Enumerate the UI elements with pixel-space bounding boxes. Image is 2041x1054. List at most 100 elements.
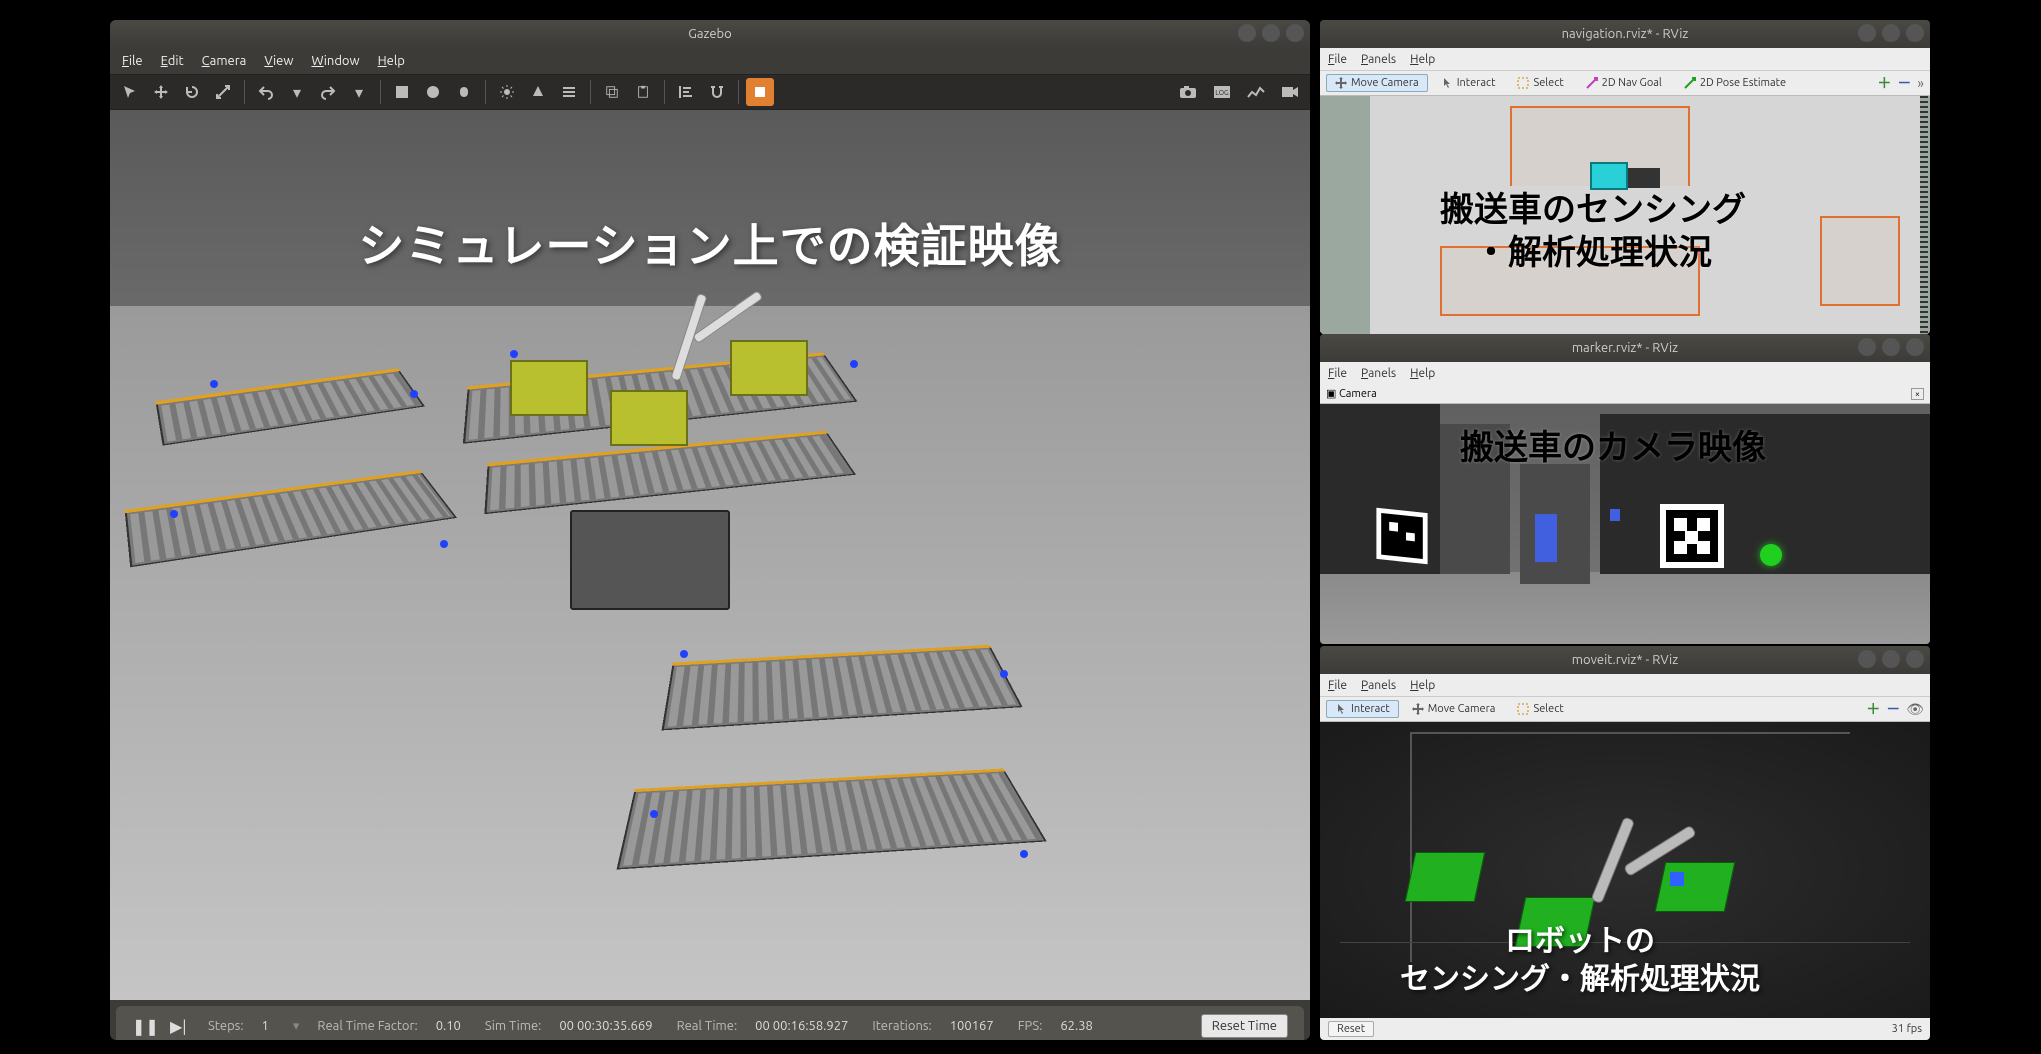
box-primitive[interactable] bbox=[388, 78, 416, 106]
menu-file[interactable]: File bbox=[1328, 53, 1347, 66]
rviz-moveit-window: moveit.rviz* - RViz File Panels Help Int… bbox=[1320, 646, 1930, 1040]
fps-label: FPS: bbox=[1018, 1019, 1043, 1033]
rviz2-viewport[interactable]: 搬送車のカメラ映像 bbox=[1320, 404, 1930, 644]
rtf-value: 0.10 bbox=[436, 1019, 461, 1033]
interact-tool[interactable]: Interact bbox=[1432, 74, 1505, 92]
directional-light[interactable] bbox=[555, 78, 583, 106]
rviz2-menubar: File Panels Help bbox=[1320, 362, 1930, 384]
fps-value: 62.38 bbox=[1060, 1019, 1093, 1033]
realtime-label: Real Time: bbox=[677, 1019, 738, 1033]
rviz-navigation-window: navigation.rviz* - RViz File Panels Help… bbox=[1320, 20, 1930, 334]
log-tool[interactable]: LOG bbox=[1208, 78, 1236, 106]
menu-help[interactable]: Help bbox=[1410, 53, 1435, 66]
undo-dropdown[interactable]: ▾ bbox=[283, 78, 311, 106]
select-icon bbox=[1517, 703, 1529, 715]
spot-light[interactable] bbox=[524, 78, 552, 106]
gazebo-viewport[interactable]: シミュレーション上での検証映像 bbox=[110, 110, 1310, 1000]
close-button[interactable] bbox=[1286, 24, 1304, 42]
menu-view[interactable]: View bbox=[264, 54, 293, 68]
menu-file[interactable]: File bbox=[1328, 679, 1347, 692]
menu-panels[interactable]: Panels bbox=[1361, 679, 1396, 692]
rviz1-menubar: File Panels Help bbox=[1320, 48, 1930, 70]
rotate-tool[interactable] bbox=[178, 78, 206, 106]
close-button[interactable] bbox=[1906, 24, 1924, 42]
snap-tool[interactable] bbox=[703, 78, 731, 106]
translate-tool[interactable] bbox=[147, 78, 175, 106]
nav-goal-tool[interactable]: 2D Nav Goal bbox=[1577, 74, 1671, 92]
menu-panels[interactable]: Panels bbox=[1361, 53, 1396, 66]
add-display-button[interactable]: ＋ bbox=[1866, 699, 1880, 719]
select-tool[interactable]: Select bbox=[1508, 700, 1572, 718]
move-camera-tool[interactable]: Move Camera bbox=[1326, 74, 1428, 92]
nav-goal-icon bbox=[1586, 77, 1598, 89]
detection-marker bbox=[1760, 544, 1782, 566]
point-light[interactable] bbox=[493, 78, 521, 106]
cylinder-primitive[interactable] bbox=[450, 78, 478, 106]
reset-button[interactable]: Reset bbox=[1328, 1021, 1374, 1037]
menu-help[interactable]: Help bbox=[1410, 367, 1435, 380]
rviz1-titlebar: navigation.rviz* - RViz bbox=[1320, 20, 1930, 48]
more-button[interactable]: » bbox=[1917, 75, 1924, 91]
remove-display-button[interactable]: － bbox=[1897, 73, 1911, 93]
menu-camera[interactable]: Camera bbox=[202, 54, 247, 68]
menu-panels[interactable]: Panels bbox=[1361, 367, 1396, 380]
gazebo-titlebar: Gazebo bbox=[110, 20, 1310, 48]
minimize-button[interactable] bbox=[1858, 338, 1876, 356]
minimize-button[interactable] bbox=[1858, 24, 1876, 42]
select-tool[interactable] bbox=[116, 78, 144, 106]
scale-tool[interactable] bbox=[209, 78, 237, 106]
plot-tool[interactable] bbox=[1242, 78, 1270, 106]
select-icon bbox=[1517, 77, 1529, 89]
maximize-button[interactable] bbox=[1882, 650, 1900, 668]
gazebo-statusbar: ❚❚ ▶| Steps: 1▾ Real Time Factor: 0.10 S… bbox=[116, 1006, 1304, 1040]
maximize-button[interactable] bbox=[1882, 24, 1900, 42]
select-tool[interactable]: Select bbox=[1508, 74, 1572, 92]
window-controls bbox=[1238, 24, 1304, 42]
copy-tool[interactable] bbox=[598, 78, 626, 106]
step-button[interactable]: ▶| bbox=[170, 1017, 190, 1036]
menu-file[interactable]: File bbox=[122, 54, 143, 68]
minimize-button[interactable] bbox=[1238, 24, 1256, 42]
add-display-button[interactable]: ＋ bbox=[1877, 73, 1891, 93]
view-angle-tool[interactable] bbox=[746, 78, 774, 106]
pause-button[interactable]: ❚❚ bbox=[132, 1017, 152, 1036]
maximize-button[interactable] bbox=[1882, 338, 1900, 356]
undo-tool[interactable] bbox=[252, 78, 280, 106]
reset-time-button[interactable]: Reset Time bbox=[1201, 1014, 1288, 1038]
interact-tool[interactable]: Interact bbox=[1326, 700, 1399, 718]
panel-close-button[interactable]: × bbox=[1911, 388, 1924, 400]
minimize-button[interactable] bbox=[1858, 650, 1876, 668]
paste-tool[interactable] bbox=[629, 78, 657, 106]
menu-help[interactable]: Help bbox=[1410, 679, 1435, 692]
move-camera-tool[interactable]: Move Camera bbox=[1403, 700, 1505, 718]
nav-robot-marker bbox=[1590, 162, 1628, 190]
focus-button[interactable]: 👁 bbox=[1906, 701, 1924, 718]
fps-value: 31 fps bbox=[1892, 1023, 1922, 1035]
rviz3-viewport[interactable]: ロボットの センシング・解析処理状況 bbox=[1320, 722, 1930, 1018]
pose-estimate-tool[interactable]: 2D Pose Estimate bbox=[1675, 74, 1795, 92]
close-button[interactable] bbox=[1906, 650, 1924, 668]
menu-window[interactable]: Window bbox=[311, 54, 359, 68]
rviz1-toolbar: Move Camera Interact Select 2D Nav Goal … bbox=[1320, 70, 1930, 96]
remove-display-button[interactable]: － bbox=[1886, 699, 1900, 719]
menu-file[interactable]: File bbox=[1328, 367, 1347, 380]
maximize-button[interactable] bbox=[1262, 24, 1280, 42]
camera-icon: ▣ bbox=[1326, 388, 1336, 400]
align-tool[interactable] bbox=[672, 78, 700, 106]
rviz1-viewport[interactable]: 搬送車のセンシング ・解析処理状況 bbox=[1320, 96, 1930, 334]
rviz1-title: navigation.rviz* - RViz bbox=[1562, 27, 1689, 41]
rtf-label: Real Time Factor: bbox=[317, 1019, 417, 1033]
gazebo-window: Gazebo File Edit Camera View Window Help… bbox=[110, 20, 1310, 1040]
pose-estimate-icon bbox=[1684, 77, 1696, 89]
redo-dropdown[interactable]: ▾ bbox=[345, 78, 373, 106]
menu-help[interactable]: Help bbox=[378, 54, 405, 68]
redo-tool[interactable] bbox=[314, 78, 342, 106]
close-button[interactable] bbox=[1906, 338, 1924, 356]
sphere-primitive[interactable] bbox=[419, 78, 447, 106]
rviz3-statusbar: Reset 31 fps bbox=[1320, 1018, 1930, 1040]
steps-value: 1 bbox=[262, 1019, 269, 1033]
screenshot-tool[interactable] bbox=[1174, 78, 1202, 106]
svg-text:LOG: LOG bbox=[1215, 89, 1229, 97]
record-tool[interactable] bbox=[1276, 78, 1304, 106]
menu-edit[interactable]: Edit bbox=[161, 54, 184, 68]
